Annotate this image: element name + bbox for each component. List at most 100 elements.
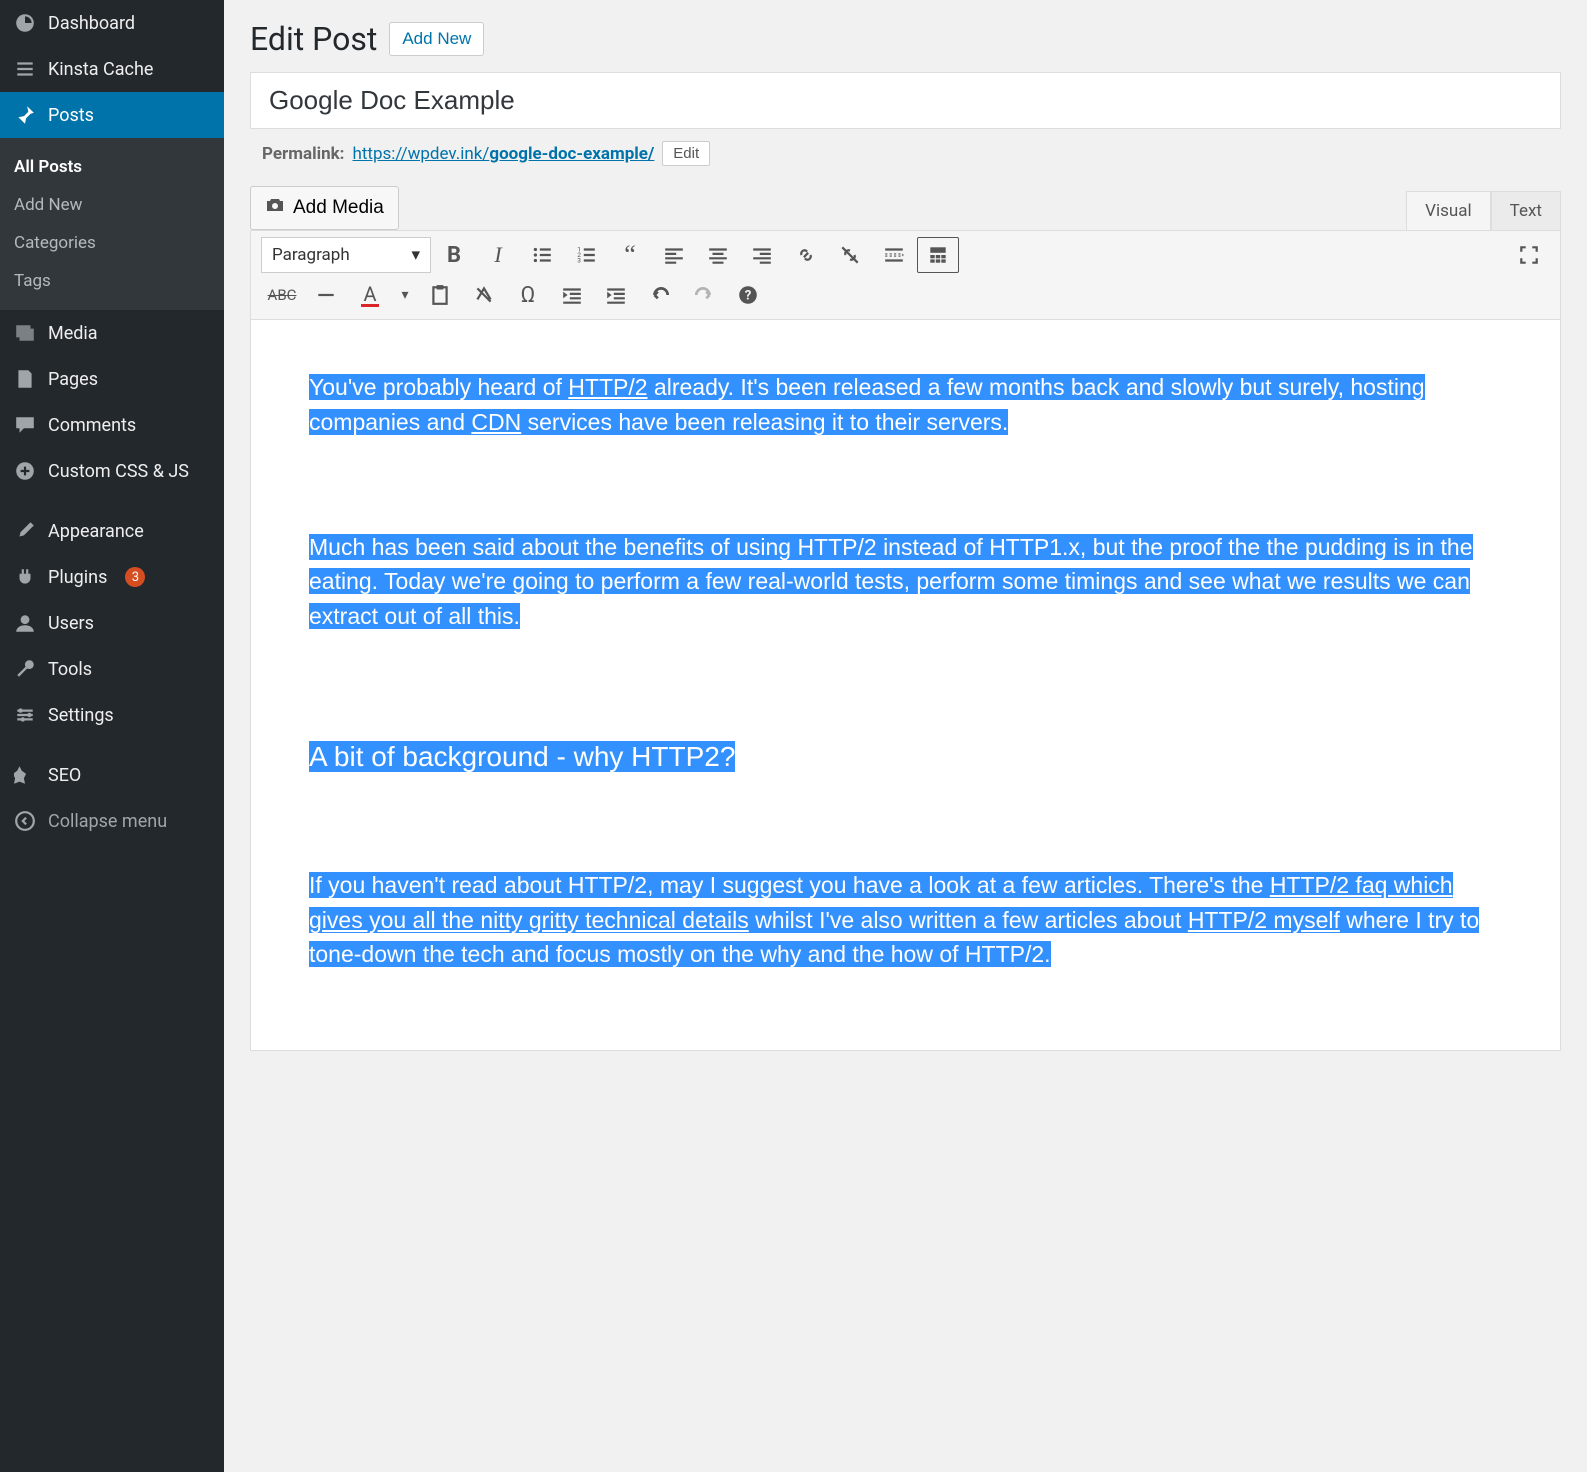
page-title-row: Edit Post Add New <box>250 20 1561 58</box>
menu-label: Custom CSS & JS <box>48 461 189 482</box>
menu-label: Users <box>48 613 94 634</box>
editor-top: Add Media Visual Text <box>250 186 1561 230</box>
strikethrough-button[interactable]: ABC <box>261 277 303 313</box>
menu-pages[interactable]: Pages <box>0 356 224 402</box>
link-button[interactable] <box>785 237 827 273</box>
pages-icon <box>14 368 36 390</box>
brush-icon <box>14 520 36 542</box>
media-icon <box>14 322 36 344</box>
text-color-button[interactable]: A <box>349 277 391 313</box>
undo-button[interactable] <box>639 277 681 313</box>
blockquote-button[interactable]: “ <box>609 237 651 273</box>
menu-label: Plugins <box>48 567 107 588</box>
menu-label: Settings <box>48 705 114 726</box>
content-paragraph: Much has been said about the benefits of… <box>309 530 1502 634</box>
permalink-link[interactable]: https://wpdev.ink/google-doc-example/ <box>352 144 654 164</box>
help-button[interactable]: ? <box>727 277 769 313</box>
menu-users[interactable]: Users <box>0 600 224 646</box>
editor: Add Media Visual Text Paragraph ▾ B I 12… <box>250 186 1561 1051</box>
fullscreen-button[interactable] <box>1508 237 1550 273</box>
menu-label: Appearance <box>48 521 144 542</box>
align-right-button[interactable] <box>741 237 783 273</box>
svg-text:?: ? <box>745 288 752 303</box>
menu-label: Dashboard <box>48 13 135 34</box>
menu-label: Comments <box>48 415 136 436</box>
submenu-all-posts[interactable]: All Posts <box>0 148 224 186</box>
user-icon <box>14 612 36 634</box>
special-char-button[interactable]: Ω <box>507 277 549 313</box>
menu-plugins[interactable]: Plugins 3 <box>0 554 224 600</box>
permalink-label: Permalink: <box>262 144 344 164</box>
toolbar-toggle-button[interactable] <box>917 237 959 273</box>
camera-icon <box>265 195 285 221</box>
menu-collapse[interactable]: Collapse menu <box>0 798 224 844</box>
align-center-button[interactable] <box>697 237 739 273</box>
clear-formatting-button[interactable] <box>463 277 505 313</box>
read-more-button[interactable] <box>873 237 915 273</box>
page-title: Edit Post <box>250 20 377 58</box>
indent-button[interactable] <box>595 277 637 313</box>
menu-tools[interactable]: Tools <box>0 646 224 692</box>
bullet-list-button[interactable] <box>521 237 563 273</box>
menu-label: Pages <box>48 369 98 390</box>
add-media-label: Add Media <box>293 197 384 219</box>
sliders-icon <box>14 704 36 726</box>
plugins-badge: 3 <box>125 567 145 587</box>
dashboard-icon <box>14 12 36 34</box>
menu-label: Media <box>48 323 98 344</box>
unlink-button[interactable] <box>829 237 871 273</box>
comments-icon <box>14 414 36 436</box>
chevron-down-icon: ▾ <box>411 245 420 265</box>
plus-circle-icon <box>14 460 36 482</box>
menu-custom-css-js[interactable]: Custom CSS & JS <box>0 448 224 494</box>
content-heading: A bit of background - why HTTP2? <box>309 736 1502 778</box>
menu-label: Posts <box>48 105 94 126</box>
menu-media[interactable]: Media <box>0 310 224 356</box>
menu-posts[interactable]: Posts <box>0 92 224 138</box>
menu-settings[interactable]: Settings <box>0 692 224 738</box>
menu-label: SEO <box>48 765 81 786</box>
submenu-categories[interactable]: Categories <box>0 224 224 262</box>
content-area[interactable]: You've probably heard of HTTP/2 already.… <box>250 320 1561 1051</box>
menu-label: Kinsta Cache <box>48 59 153 80</box>
align-left-button[interactable] <box>653 237 695 273</box>
outdent-button[interactable] <box>551 277 593 313</box>
bold-button[interactable]: B <box>433 237 475 273</box>
content-paragraph: You've probably heard of HTTP/2 already.… <box>309 370 1502 439</box>
menu-seo[interactable]: SEO <box>0 752 224 798</box>
toolbar-row-2: ABC A ▾ Ω ? <box>261 277 1550 313</box>
submenu-add-new[interactable]: Add New <box>0 186 224 224</box>
menu-label: Tools <box>48 659 92 680</box>
seo-icon <box>14 764 36 786</box>
horizontal-rule-button[interactable] <box>305 277 347 313</box>
editor-toolbar: Paragraph ▾ B I 123 “ ABC <box>250 230 1561 320</box>
visual-tab[interactable]: Visual <box>1406 191 1490 230</box>
paste-text-button[interactable] <box>419 277 461 313</box>
plug-icon <box>14 566 36 588</box>
format-select[interactable]: Paragraph ▾ <box>261 237 431 273</box>
numbered-list-button[interactable]: 123 <box>565 237 607 273</box>
italic-button[interactable]: I <box>477 237 519 273</box>
text-color-dropdown[interactable]: ▾ <box>393 277 417 313</box>
content-paragraph: If you haven't read about HTTP/2, may I … <box>309 868 1502 972</box>
post-title-input[interactable] <box>250 72 1561 129</box>
menu-label: Collapse menu <box>48 811 167 832</box>
menu-dashboard[interactable]: Dashboard <box>0 0 224 46</box>
menu-kinsta-cache[interactable]: Kinsta Cache <box>0 46 224 92</box>
add-new-button[interactable]: Add New <box>389 22 484 56</box>
menu-comments[interactable]: Comments <box>0 402 224 448</box>
add-media-button[interactable]: Add Media <box>250 186 399 230</box>
permalink-row: Permalink: https://wpdev.ink/google-doc-… <box>262 141 1561 166</box>
svg-text:3: 3 <box>577 257 581 265</box>
posts-submenu: All Posts Add New Categories Tags <box>0 138 224 310</box>
pin-icon <box>14 104 36 126</box>
edit-permalink-button[interactable]: Edit <box>662 141 710 166</box>
editor-tabs: Visual Text <box>1406 191 1561 230</box>
redo-button[interactable] <box>683 277 725 313</box>
toolbar-row-1: Paragraph ▾ B I 123 “ <box>261 237 1550 273</box>
menu-appearance[interactable]: Appearance <box>0 508 224 554</box>
wrench-icon <box>14 658 36 680</box>
text-tab[interactable]: Text <box>1491 191 1561 230</box>
main-content: Edit Post Add New Permalink: https://wpd… <box>224 0 1587 1472</box>
submenu-tags[interactable]: Tags <box>0 262 224 300</box>
